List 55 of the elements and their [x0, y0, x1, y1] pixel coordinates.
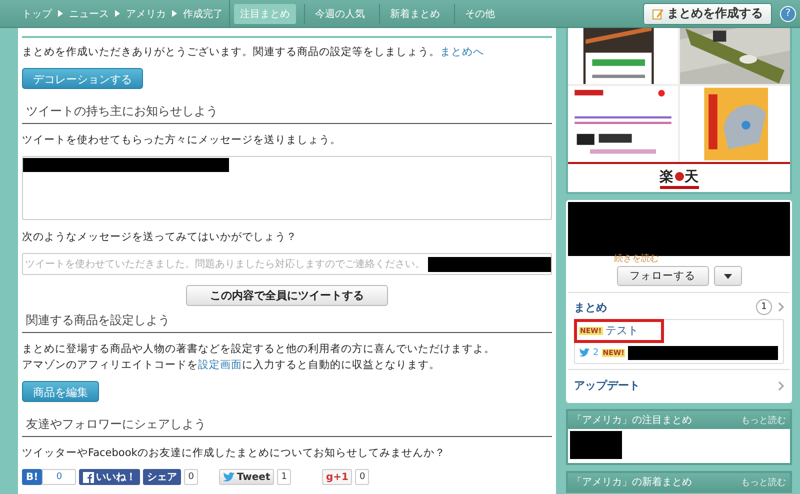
message-textarea[interactable] [22, 156, 552, 220]
description-text: アマゾンのアフィリエイトコードを設定画面に入力すると自動的に収益となります。 [22, 358, 441, 372]
tweet-button[interactable]: Tweet [218, 469, 274, 485]
panel-title: 「アメリカ」の新着まとめ [572, 476, 692, 489]
chevron-icon [172, 10, 177, 17]
breadcrumb-link[interactable]: ニュース [69, 6, 109, 20]
intro-text: まとめを作成いただきありがとうございます。関連する商品の設定等をしましょう。まとめへ [22, 45, 485, 59]
nav-tab[interactable]: その他 [454, 4, 501, 24]
read-more-link[interactable]: 続きを読む [614, 254, 790, 264]
update-title[interactable]: アップデート [574, 378, 778, 393]
tweet-count: 2 [593, 348, 599, 358]
facebook-icon [83, 472, 94, 482]
share-button[interactable]: シェア [143, 469, 182, 485]
rakuten-logo[interactable]: 楽天 [660, 168, 698, 188]
google-plus-button[interactable]: g+1 [322, 469, 352, 485]
section-heading: 友達やフォロワーにシェアしよう [22, 416, 552, 437]
share-count: 1 [277, 469, 291, 485]
suggestion-label: 次のようなメッセージを送ってみてはいかがでしょう？ [22, 230, 298, 244]
section-heading: ツイートの持ち主にお知らせしよう [22, 103, 552, 124]
section-heading: 関連する商品を設定しよう [22, 312, 552, 333]
nav-tab[interactable]: 新着まとめ [379, 4, 446, 24]
more-link[interactable]: もっと読む [741, 414, 786, 426]
share-count: 0 [355, 469, 370, 485]
settings-link[interactable]: 設定画面 [198, 359, 242, 371]
chevron-icon [115, 10, 120, 17]
breadcrumb-link[interactable]: トップ [22, 6, 52, 20]
like-button[interactable]: いいね！ [79, 469, 140, 485]
breadcrumb-link[interactable]: アメリカ [126, 6, 166, 20]
instruction-text: ツイートを使わせてもらった方々にメッセージを送りましょう。 [22, 133, 342, 147]
nav-tab[interactable]: 今週の人気 [304, 4, 371, 24]
redaction-bar [570, 431, 622, 459]
share-count: 0 [42, 469, 76, 485]
matome-link[interactable]: まとめへ [440, 46, 484, 58]
description-text: まとめに登場する商品や人物の著書などを設定すると他の利用者の方に喜んでいただけますよ。 [22, 342, 496, 356]
matome-item-title: テスト [606, 323, 639, 338]
edit-products-button[interactable]: 商品を編集 [22, 381, 99, 402]
chevron-icon [58, 10, 63, 17]
panel-title: 「アメリカ」の注目まとめ [572, 414, 692, 427]
tweet-all-button[interactable]: この内容で全員にツイートする [186, 285, 388, 306]
bird-icon [222, 472, 235, 482]
help-icon[interactable]: ? [780, 6, 796, 22]
dropdown-button[interactable] [714, 266, 742, 286]
follow-button[interactable]: フォローする [616, 266, 708, 286]
hatena-button[interactable]: B! [22, 469, 42, 485]
share-text: ツイッターやFacebookのお友達に作成したまとめについてお知らせしてみませんか？ [22, 446, 446, 460]
share-count: 0 [184, 469, 198, 485]
bird-icon [579, 348, 590, 357]
count-badge: 1 [756, 299, 772, 315]
caret-icon [724, 274, 732, 278]
pencil-icon [652, 8, 664, 20]
matome-title[interactable]: まとめ [574, 300, 756, 314]
breadcrumb-link[interactable]: 作成完了 [183, 6, 223, 20]
more-link[interactable]: もっと読む [741, 476, 786, 488]
decorate-button[interactable]: デコレーションする [22, 68, 143, 89]
create-button[interactable]: まとめを作成する [643, 2, 772, 24]
